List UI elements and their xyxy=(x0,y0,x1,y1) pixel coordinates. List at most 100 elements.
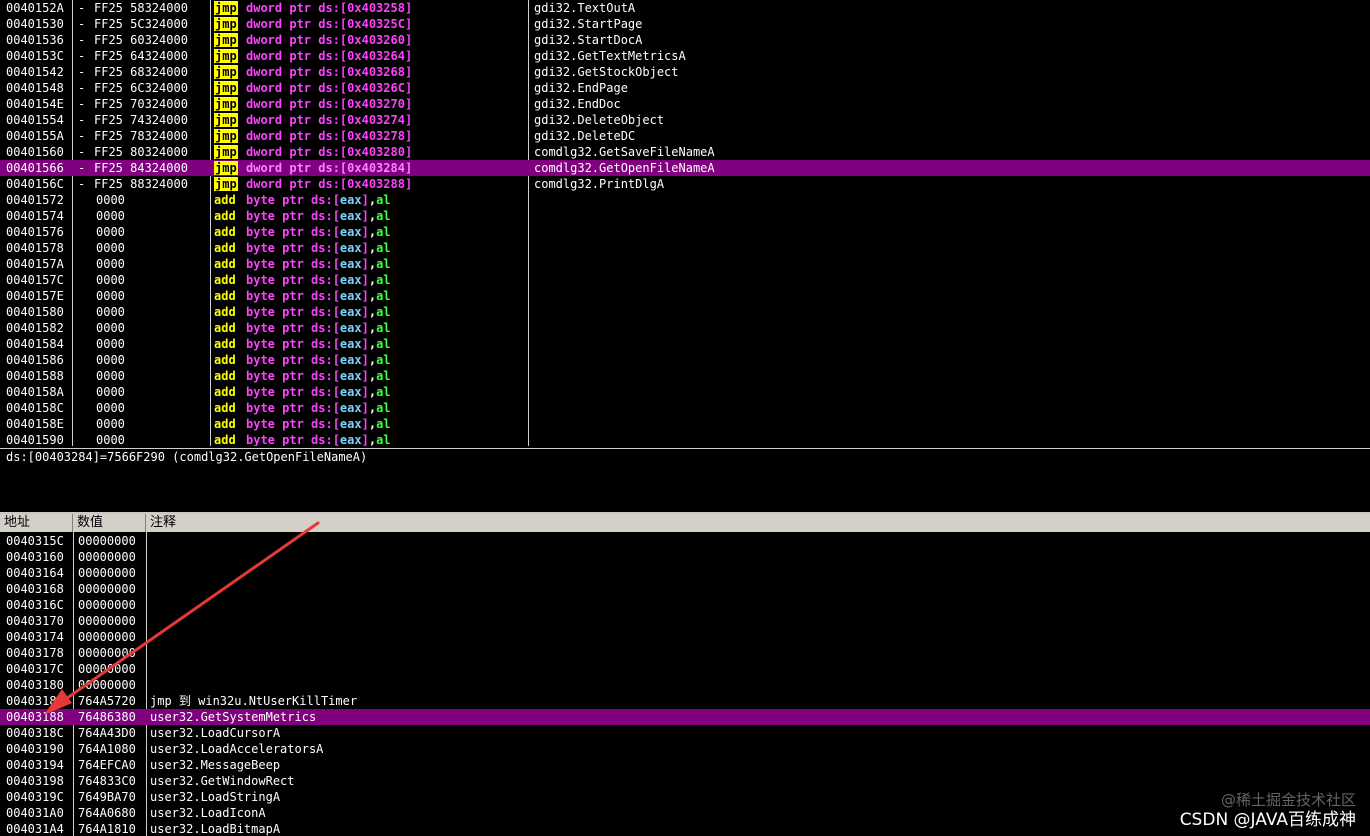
dump-row[interactable]: 0040317C 00000000 xyxy=(0,661,1370,677)
dump-comment-cell: user32.GetSystemMetrics xyxy=(150,710,317,724)
operand-token: , xyxy=(368,257,377,271)
operand-token: ] xyxy=(361,321,369,335)
dump-row[interactable]: 0040318C 764A43D0 user32.LoadCursorA xyxy=(0,725,1370,741)
mnemonic-cell: add xyxy=(214,352,236,368)
disasm-row[interactable]: 00401572 0000 add byte ptr ds:[eax],al xyxy=(0,192,1370,208)
dump-row[interactable]: 00403180 00000000 xyxy=(0,677,1370,693)
dump-value-cell: 00000000 xyxy=(78,566,136,580)
comment-cell: comdlg32.GetOpenFileNameA xyxy=(534,161,715,175)
disasm-row[interactable]: 0040156C - FF25 88324000 jmp dword ptr ds:[0… xyxy=(0,176,1370,192)
dump-row[interactable]: 00403184 764A5720 jmp 到 win32u.NtUserKillT… xyxy=(0,693,1370,709)
disasm-row[interactable]: 0040158C 0000 add byte ptr ds:[eax],al xyxy=(0,400,1370,416)
operand-token: , xyxy=(368,193,377,207)
operand-token: al xyxy=(376,353,391,367)
comment-cell: gdi32.TextOutA xyxy=(534,1,636,15)
operand-token: , xyxy=(368,273,377,287)
disasm-row[interactable]: 0040158A 0000 add byte ptr ds:[eax],al xyxy=(0,384,1370,400)
disasm-row[interactable]: 00401542- FF25 68324000 jmp dword ptr ds:[0… xyxy=(0,64,1370,80)
dump-row[interactable]: 00403198 764833C0 user32.GetWindowRect xyxy=(0,773,1370,789)
address-cell: 0040154E xyxy=(6,97,64,111)
dump-row[interactable]: 00403178 00000000 xyxy=(0,645,1370,661)
disasm-row[interactable]: 00401586 0000 add byte ptr ds:[eax],al xyxy=(0,352,1370,368)
operand-token: ] xyxy=(361,401,369,415)
disassembly-pane[interactable]: 0040152A - FF25 58324000 jmp dword ptr ds:[0… xyxy=(0,0,1370,446)
column-header-value[interactable]: 数值 xyxy=(73,514,146,532)
disasm-row[interactable]: 00401580 0000 add byte ptr ds:[eax],al xyxy=(0,304,1370,320)
operand-token: al xyxy=(376,209,391,223)
mnemonic-cell: add xyxy=(214,272,236,288)
dump-row[interactable]: 00403164 00000000 xyxy=(0,565,1370,581)
operand-token: eax xyxy=(339,257,362,271)
hex-dump-cell: FF25 74324000 xyxy=(94,113,188,127)
dump-address-cell: 0040318C xyxy=(6,726,64,740)
mnemonic-text: add xyxy=(214,257,236,271)
disasm-row[interactable]: 00401588 0000 add byte ptr ds:[eax],al xyxy=(0,368,1370,384)
disasm-row[interactable]: 00401548- FF25 6C324000 jmp dword ptr ds:[0… xyxy=(0,80,1370,96)
mnemonic-text: add xyxy=(214,433,236,446)
dump-row[interactable]: 00403190 764A1080 user32.LoadAcceleratorsA xyxy=(0,741,1370,757)
column-header-comment[interactable]: 注释 xyxy=(146,514,1370,532)
address-cell: 0040157A xyxy=(6,257,64,271)
comment-cell: gdi32.EndPage xyxy=(534,81,628,95)
dump-address-cell: 00403184 xyxy=(6,694,64,708)
disasm-row[interactable]: 00401560- FF25 80324000 jmp dword ptr ds:[0… xyxy=(0,144,1370,160)
address-cell: 00401560 xyxy=(6,145,64,159)
disasm-row[interactable]: 00401530- FF25 5C324000 jmp dword ptr ds:[0… xyxy=(0,16,1370,32)
operand-cell: byte ptr ds:[eax],al xyxy=(246,240,391,256)
disasm-row[interactable]: 0040153C - FF25 64324000 jmp dword ptr ds:[0… xyxy=(0,48,1370,64)
dump-row[interactable]: 00403168 00000000 xyxy=(0,581,1370,597)
dump-row[interactable]: 0040315C 00000000 xyxy=(0,533,1370,549)
hex-dump-cell: FF25 6C324000 xyxy=(94,81,188,95)
mnemonic-cell: add xyxy=(214,384,236,400)
operand-token: al xyxy=(376,417,391,431)
hex-dump-cell: FF25 60324000 xyxy=(94,33,188,47)
mnemonic-text: jmp xyxy=(214,17,238,31)
mnemonic-cell: jmp xyxy=(214,48,238,64)
mnemonic-cell: add xyxy=(214,416,236,432)
dump-row[interactable]: 00403188 76486380 user32.GetSystemMetrics xyxy=(0,709,1370,725)
comment-cell: gdi32.GetStockObject xyxy=(534,65,679,79)
disasm-row[interactable]: 00401578 0000 add byte ptr ds:[eax],al xyxy=(0,240,1370,256)
comment-cell: comdlg32.GetSaveFileNameA xyxy=(534,145,715,159)
disasm-row[interactable]: 00401574 0000 add byte ptr ds:[eax],al xyxy=(0,208,1370,224)
operand-token: eax xyxy=(339,305,362,319)
operand-token: , xyxy=(368,401,377,415)
disasm-row[interactable]: 0040157E 0000 add byte ptr ds:[eax],al xyxy=(0,288,1370,304)
disasm-row[interactable]: 0040158E 0000 add byte ptr ds:[eax],al xyxy=(0,416,1370,432)
operand-cell: byte ptr ds:[eax],al xyxy=(246,272,391,288)
dump-comment-cell: jmp 到 win32u.NtUserKillTimer xyxy=(150,694,358,708)
dump-row[interactable]: 004031A4 764A1810 user32.LoadBitmapA xyxy=(0,821,1370,836)
disasm-row[interactable]: 0040157A 0000 add byte ptr ds:[eax],al xyxy=(0,256,1370,272)
operand-token: , xyxy=(368,225,377,239)
operand-token: ] xyxy=(361,353,369,367)
jump-marker: - xyxy=(78,161,86,175)
jump-marker: - xyxy=(78,177,86,191)
mnemonic-cell: jmp xyxy=(214,160,238,176)
hex-dump-cell: 0000 xyxy=(96,257,125,271)
disasm-row[interactable]: 0040154E - FF25 70324000 jmp dword ptr ds:[0… xyxy=(0,96,1370,112)
operand-token: al xyxy=(376,225,391,239)
dump-row[interactable]: 00403170 00000000 xyxy=(0,613,1370,629)
disasm-row[interactable]: 00401590 0000 add byte ptr ds:[eax],al xyxy=(0,432,1370,446)
disasm-row[interactable]: 00401536- FF25 60324000 jmp dword ptr ds:[0… xyxy=(0,32,1370,48)
dump-value-cell: 764A5720 xyxy=(78,694,136,708)
comment-cell: gdi32.DeleteObject xyxy=(534,113,665,127)
disasm-row[interactable]: 00401584 0000 add byte ptr ds:[eax],al xyxy=(0,336,1370,352)
dump-row[interactable]: 00403160 00000000 xyxy=(0,549,1370,565)
disasm-row[interactable]: 0040155A - FF25 78324000 jmp dword ptr ds:[0… xyxy=(0,128,1370,144)
disasm-row[interactable]: 00401554- FF25 74324000 jmp dword ptr ds:[0… xyxy=(0,112,1370,128)
dump-row[interactable]: 00403174 00000000 xyxy=(0,629,1370,645)
dump-row[interactable]: 004031A0 764A0680 user32.LoadIconA xyxy=(0,805,1370,821)
disasm-row[interactable]: 00401576 0000 add byte ptr ds:[eax],al xyxy=(0,224,1370,240)
dump-row[interactable]: 0040319C 7649BA70 user32.LoadStringA xyxy=(0,789,1370,805)
disasm-row[interactable]: 00401566- FF25 84324000 jmp dword ptr ds:[0… xyxy=(0,160,1370,176)
column-header-address[interactable]: 地址 xyxy=(0,514,73,532)
operand-cell: byte ptr ds:[eax],al xyxy=(246,288,391,304)
dump-pane[interactable]: 地址 数值 注释 0040315C 00000000 00403160 0000000… xyxy=(0,514,1370,836)
disasm-row[interactable]: 0040152A - FF25 58324000 jmp dword ptr ds:[0… xyxy=(0,0,1370,16)
disasm-row[interactable]: 0040157C 0000 add byte ptr ds:[eax],al xyxy=(0,272,1370,288)
disasm-row[interactable]: 00401582 0000 add byte ptr ds:[eax],al xyxy=(0,320,1370,336)
dump-row[interactable]: 00403194 764EFCA0 user32.MessageBeep xyxy=(0,757,1370,773)
mnemonic-text: jmp xyxy=(214,65,238,79)
dump-row[interactable]: 0040316C 00000000 xyxy=(0,597,1370,613)
